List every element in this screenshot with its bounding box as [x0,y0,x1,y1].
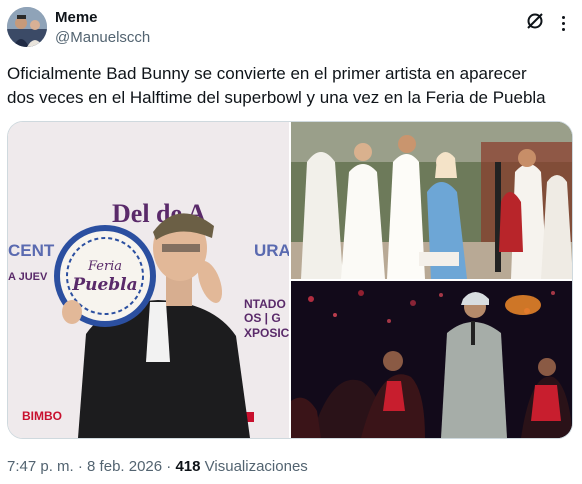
photo-wedding-scene[interactable] [291,122,572,279]
tweet-footer: 7:47 p. m. · 8 feb. 2026 · 418 Visualiza… [7,457,308,477]
views-label: Visualizaciones [204,458,308,475]
banner-line-6: OS | G [244,311,281,325]
views-count: 418 [175,458,201,475]
banner-line-7: XPOSIC [244,326,289,340]
tweet-text-line-2: dos veces en el Halftime del superbowl y… [7,88,546,107]
tweet-text-line-1: Oficialmente Bad Bunny se convierte en e… [7,64,527,83]
display-name[interactable]: Meme [55,9,150,27]
banner-line-5: NTADO [244,297,286,311]
banner-line-3: URA [254,241,289,260]
avatar[interactable] [7,7,47,47]
more-options-icon[interactable] [553,13,573,33]
separator: · [162,458,176,475]
grok-icon[interactable] [525,11,545,31]
banner-line-4: A JUEV [8,271,48,283]
tweet-date[interactable]: 8 feb. 2026 [87,458,162,475]
banner-line-2: CENT [8,241,55,260]
tweet-text: Oficialmente Bad Bunny se convierte en e… [7,62,575,110]
separator: · [73,458,88,475]
tweet-header: Meme @Manuelscch [7,7,575,49]
user-handle[interactable]: @Manuelscch [55,28,150,48]
sponsor-logo: BIMBO [22,409,62,423]
tweet-time[interactable]: 7:47 p. m. [7,458,74,475]
photo-artist-with-plate[interactable]: Del de A CENT URA A JUEV NTADO OS | G XP… [8,122,289,438]
photo-halftime-performance[interactable] [291,281,572,438]
tweet-media-grid: Del de A CENT URA A JUEV NTADO OS | G XP… [7,121,573,439]
plate-text-line-2: Puebla [71,275,137,295]
plate-text-line-1: Feria [87,259,122,274]
